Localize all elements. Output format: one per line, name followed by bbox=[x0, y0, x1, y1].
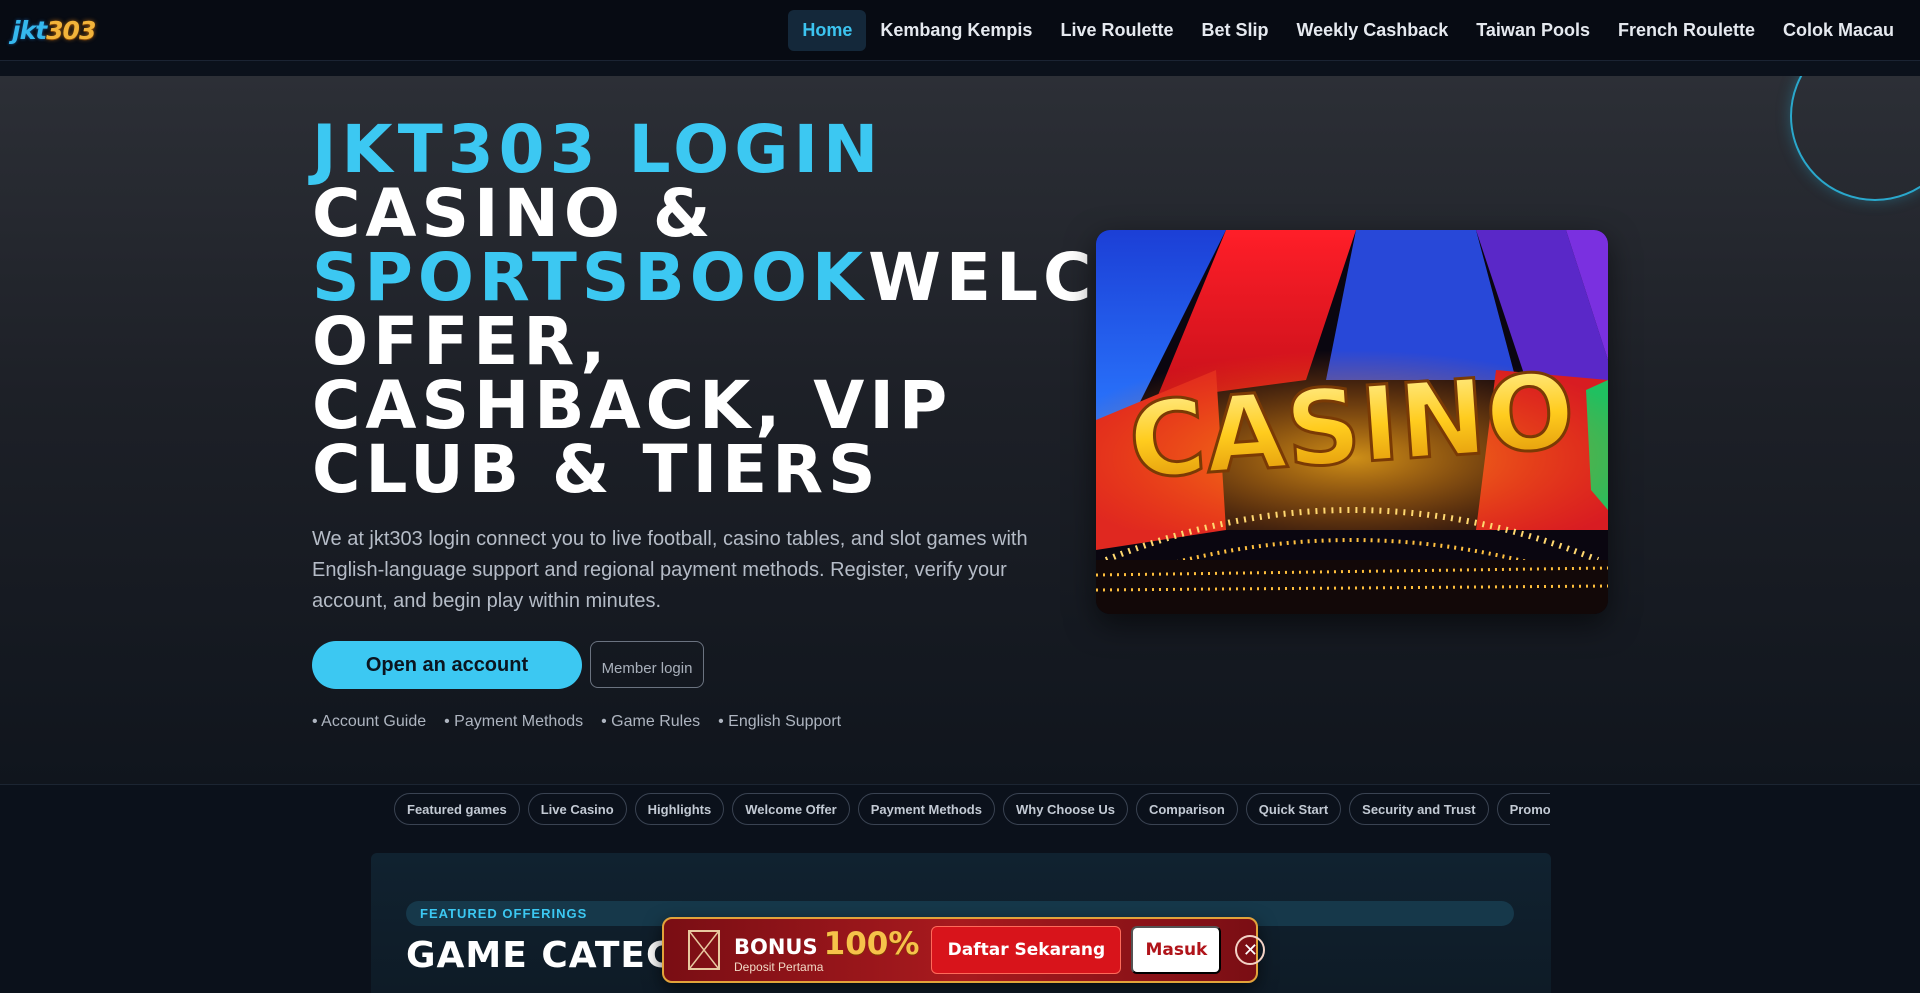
quick-link-payment-methods[interactable]: Payment Methods bbox=[444, 713, 583, 731]
top-navbar: jkt 303 Home Kembang Kempis Live Roulette… bbox=[0, 0, 1920, 61]
hero-title-line2: CASINO & bbox=[312, 175, 716, 252]
nav-item-home[interactable]: Home bbox=[788, 9, 867, 51]
hero-title-line4: OFFER, bbox=[312, 303, 611, 380]
decorative-ring bbox=[1790, 76, 1920, 201]
chip-welcome-offer[interactable]: Welcome Offer bbox=[732, 793, 850, 825]
hero-casino-image: CASINO bbox=[1096, 230, 1608, 614]
nav-item-taiwan-pools[interactable]: Taiwan Pools bbox=[1462, 10, 1604, 51]
casino-sign-illustration: CASINO bbox=[1096, 230, 1608, 614]
register-now-button[interactable]: Daftar Sekarang bbox=[931, 926, 1122, 974]
nav-item-colok-macau[interactable]: Colok Macau bbox=[1769, 10, 1908, 51]
promo-bonus-percent: 100% bbox=[823, 926, 920, 962]
chip-why-choose-us[interactable]: Why Choose Us bbox=[1002, 793, 1128, 825]
promo-bonus-label: BONUS bbox=[734, 935, 818, 959]
chip-divider bbox=[0, 784, 1920, 785]
nav-item-live-roulette[interactable]: Live Roulette bbox=[1046, 10, 1187, 51]
chip-quick-start[interactable]: Quick Start bbox=[1245, 793, 1342, 825]
logo-text-303: 303 bbox=[46, 15, 96, 45]
logo-text-jkt: jkt bbox=[12, 15, 47, 45]
site-logo[interactable]: jkt 303 bbox=[12, 10, 96, 50]
chip-live-casino[interactable]: Live Casino bbox=[527, 793, 627, 825]
promo-text: BONUS 100% Deposit Pertama bbox=[734, 926, 919, 974]
chip-comparison[interactable]: Comparison bbox=[1135, 793, 1238, 825]
main-nav: Home Kembang Kempis Live Roulette Bet Sl… bbox=[788, 9, 1908, 51]
nav-item-bet-slip[interactable]: Bet Slip bbox=[1187, 10, 1282, 51]
hero-title-line5: CASHBACK, VIP bbox=[312, 367, 953, 444]
hero-title-line3: SPORTSBOOKWELCOME bbox=[312, 245, 1273, 311]
quick-link-game-rules[interactable]: Game Rules bbox=[601, 713, 700, 731]
quick-link-account-guide[interactable]: Account Guide bbox=[312, 713, 426, 731]
chip-highlights[interactable]: Highlights bbox=[634, 793, 725, 825]
promo-headline: BONUS 100% bbox=[734, 926, 919, 962]
chip-promotions[interactable]: Promotions bbox=[1496, 793, 1550, 825]
hero-title-line6: CLUB & TIERS bbox=[312, 431, 881, 508]
promo-subtitle: Deposit Pertama bbox=[734, 960, 824, 974]
hero-section: JKT303 LOGIN CASINO & SPORTSBOOKWELCOME … bbox=[0, 76, 1920, 784]
open-account-button[interactable]: Open an account bbox=[312, 641, 582, 689]
nav-item-kembang-kempis[interactable]: Kembang Kempis bbox=[866, 10, 1046, 51]
nav-item-french-roulette[interactable]: French Roulette bbox=[1604, 10, 1769, 51]
bonus-promo-banner: BONUS 100% Deposit Pertama Daftar Sekara… bbox=[662, 917, 1266, 983]
hero-title: JKT303 LOGIN CASINO & SPORTSBOOKWELCOME … bbox=[312, 111, 1273, 508]
chip-payment-methods[interactable]: Payment Methods bbox=[857, 793, 995, 825]
hero-title-line1: JKT303 LOGIN bbox=[312, 111, 884, 188]
section-chip-nav: Featured games Live Casino Highlights We… bbox=[394, 793, 1550, 827]
chip-security-and-trust[interactable]: Security and Trust bbox=[1349, 793, 1489, 825]
member-login-button[interactable]: Member login bbox=[590, 641, 704, 688]
quick-link-english-support[interactable]: English Support bbox=[718, 713, 841, 731]
hero-description: We at jkt303 login connect you to live f… bbox=[312, 528, 1028, 612]
gift-icon bbox=[688, 930, 720, 970]
hero-quick-links: Account Guide Payment Methods Game Rules… bbox=[312, 713, 841, 731]
promo-login-button[interactable]: Masuk bbox=[1131, 926, 1222, 974]
chip-featured-games[interactable]: Featured games bbox=[394, 793, 520, 825]
nav-item-weekly-cashback[interactable]: Weekly Cashback bbox=[1283, 10, 1463, 51]
